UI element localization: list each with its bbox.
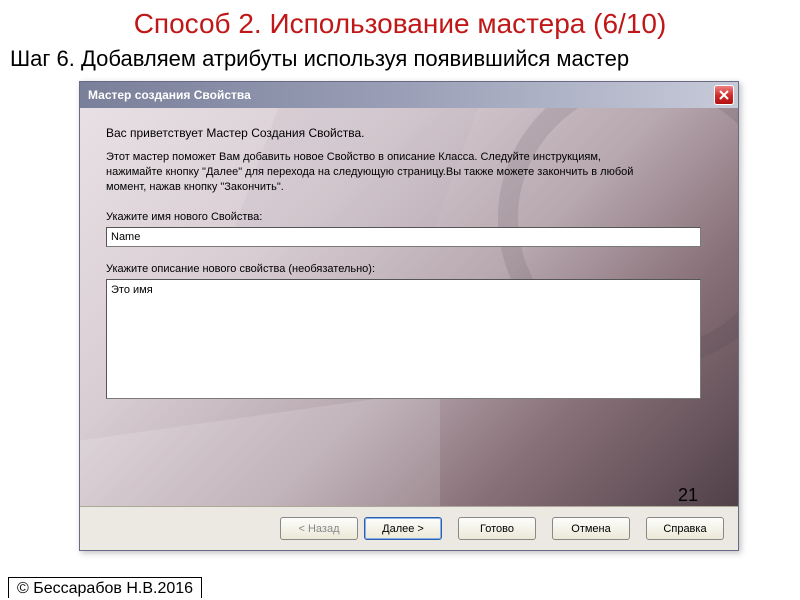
property-desc-textarea[interactable] <box>106 279 701 399</box>
finish-button[interactable]: Готово <box>458 517 536 540</box>
page-number: 21 <box>678 485 698 506</box>
close-button[interactable] <box>714 85 734 105</box>
wizard-dialog: Мастер создания Свойства Вас приветствуе… <box>79 81 739 551</box>
wizard-body: Вас приветствует Мастер Создания Свойств… <box>80 108 738 508</box>
wizard-content: Вас приветствует Мастер Создания Свойств… <box>80 108 738 414</box>
titlebar: Мастер создания Свойства <box>80 82 738 108</box>
dialog-title: Мастер создания Свойства <box>88 88 251 102</box>
back-button[interactable]: < Назад <box>280 517 358 540</box>
copyright-label: © Бессарабов Н.В.2016 <box>8 577 202 598</box>
slide-title: Способ 2. Использование мастера (6/10) <box>0 0 800 44</box>
welcome-text: Вас приветствует Мастер Создания Свойств… <box>106 126 712 140</box>
property-name-input[interactable] <box>106 227 701 247</box>
close-icon <box>719 90 729 100</box>
name-field-label: Укажите имя нового Свойства: <box>106 211 712 223</box>
button-bar: < Назад Далее > Готово Отмена Справка <box>80 506 738 550</box>
next-button[interactable]: Далее > <box>364 517 442 540</box>
help-button[interactable]: Справка <box>646 517 724 540</box>
desc-field-label: Укажите описание нового свойства (необяз… <box>106 263 712 275</box>
slide-subtitle: Шаг 6. Добавляем атрибуты используя появ… <box>0 44 800 78</box>
instructions-text: Этот мастер поможет Вам добавить новое С… <box>106 150 646 195</box>
cancel-button[interactable]: Отмена <box>552 517 630 540</box>
